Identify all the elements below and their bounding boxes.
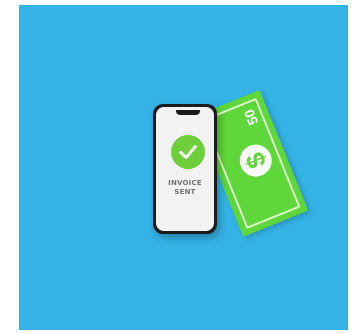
status-line-2: SENT bbox=[174, 188, 196, 196]
status-line-1: INVOICE bbox=[168, 179, 202, 187]
smartphone: INVOICE SENT bbox=[153, 104, 217, 234]
invoice-status-text: INVOICE SENT bbox=[156, 179, 214, 197]
phone-notch bbox=[176, 110, 200, 115]
checkmark-icon bbox=[179, 145, 197, 159]
photo-scene: 50 $ INVOICE SENT bbox=[19, 5, 348, 330]
phone-screen: INVOICE SENT bbox=[156, 107, 214, 231]
check-circle-icon bbox=[171, 135, 205, 169]
